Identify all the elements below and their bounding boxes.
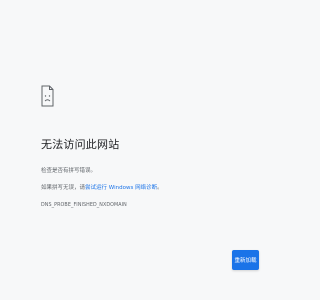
error-code: DNS_PROBE_FINISHED_NXDOMAIN [41,203,127,208]
suggestion-text: 如果拼写无误，请尝试运行 Windows 网络诊断。 [41,183,163,191]
check-spelling-text: 检查是否有拼写错误。 [41,168,97,174]
network-diagnostics-link[interactable]: 尝试运行 Windows 网络诊断 [85,185,157,191]
error-page: 无法访问此网站 检查是否有拼写错误。 如果拼写无误，请尝试运行 Windows … [0,0,300,300]
reload-button[interactable]: 重新加载 [232,250,259,270]
suggestion-suffix: 。 [157,185,163,191]
suggestion-prefix: 如果拼写无误，请 [41,185,86,191]
sad-page-icon [41,85,54,107]
error-title: 无法访问此网站 [41,138,120,151]
